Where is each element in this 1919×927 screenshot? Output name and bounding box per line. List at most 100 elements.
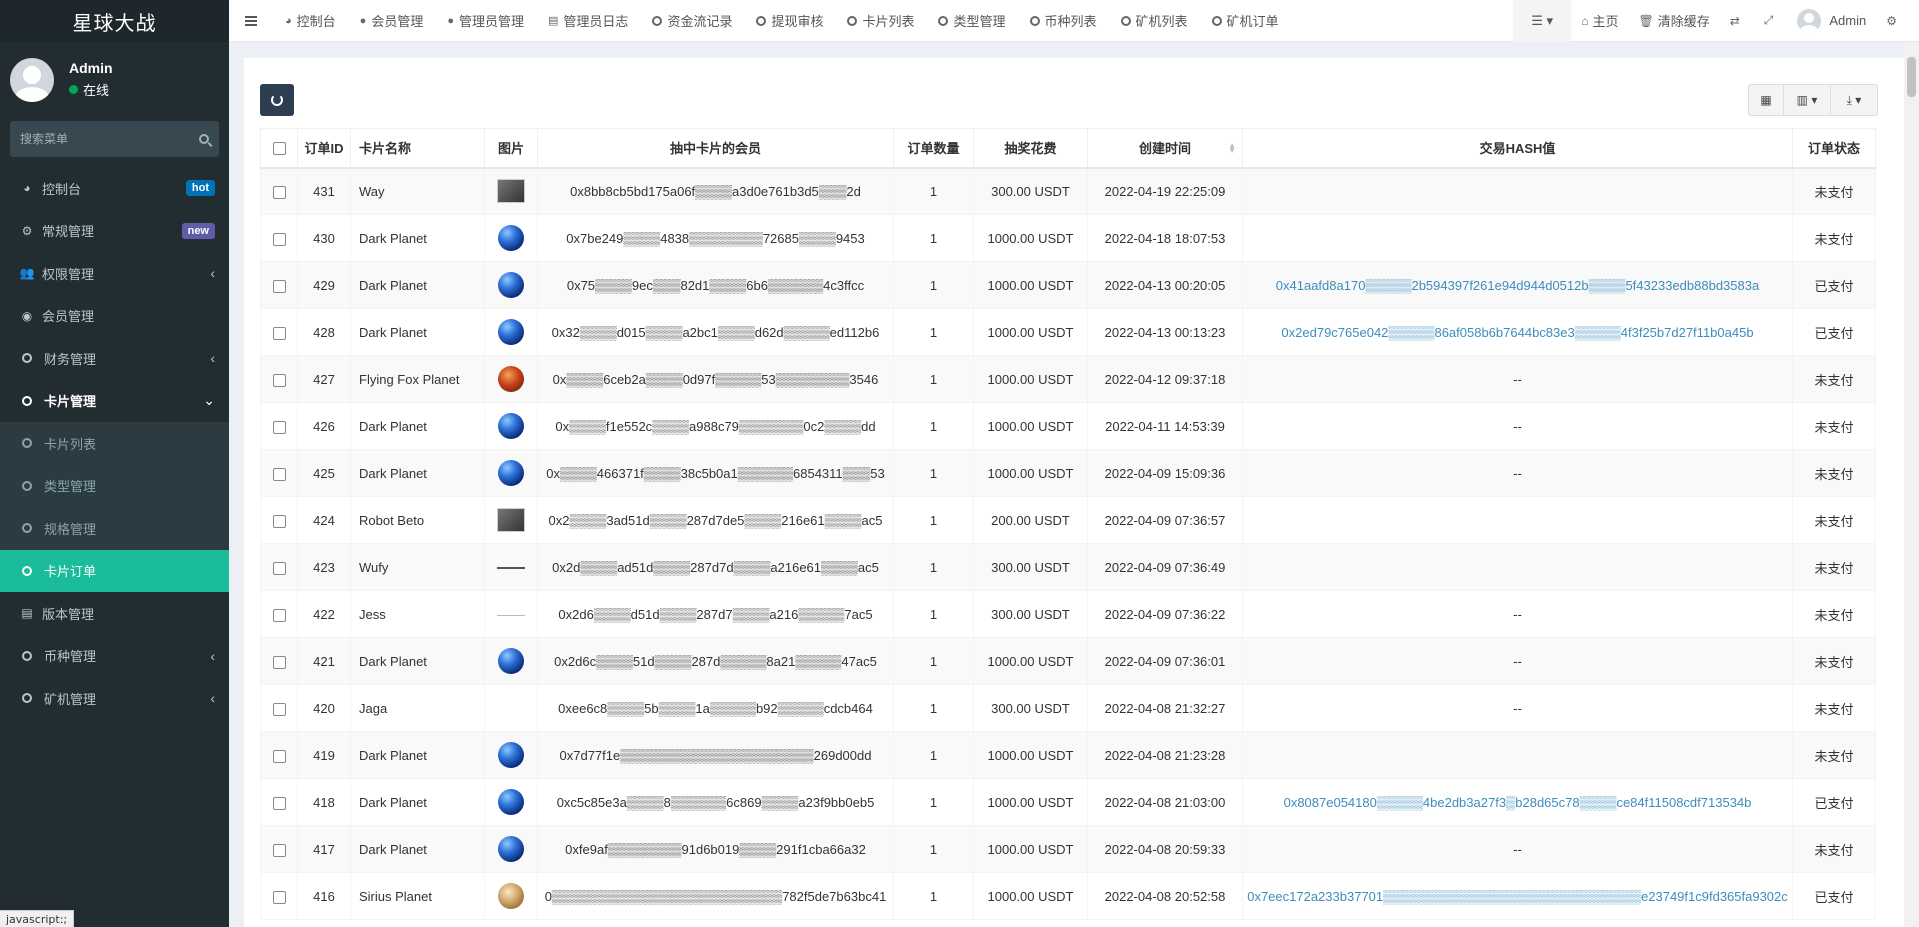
- row-checkbox[interactable]: [272, 561, 286, 575]
- row-checkbox[interactable]: [272, 467, 286, 481]
- table-row[interactable]: 420 Jaga 0xee6c8▒▒▒▒5b▒▒▒▒1a▒▒▒▒▒b92▒▒▒▒▒c…: [260, 684, 1876, 732]
- table-row[interactable]: 425 Dark Planet 0x▒▒▒▒466371f▒▒▒▒38c5b0a1▒…: [260, 449, 1876, 497]
- sidebar-item-card-type[interactable]: 类型管理: [0, 465, 229, 508]
- fullscreen-button[interactable]: ⤢: [1754, 0, 1788, 42]
- sidebar-item-permission[interactable]: 👥 权限管理 ‹: [0, 252, 229, 295]
- header-card-name[interactable]: 卡片名称: [350, 128, 485, 169]
- sidebar-item-version[interactable]: ▤ 版本管理: [0, 592, 229, 635]
- header-image[interactable]: 图片: [484, 128, 538, 169]
- table-row[interactable]: 431 Way 0x8bb8cb5bd175a06f▒▒▒▒a3d0e761b3d5…: [260, 167, 1876, 215]
- page-scrollbar[interactable]: [1904, 42, 1919, 927]
- settings-button[interactable]: ⚙: [1876, 0, 1911, 42]
- header-member[interactable]: 抽中卡片的会员: [537, 128, 894, 169]
- sidebar-item-card-list[interactable]: 卡片列表: [0, 422, 229, 465]
- menu-search-input[interactable]: [20, 132, 199, 146]
- admin-menu[interactable]: Admin: [1787, 0, 1876, 42]
- card-image[interactable]: [498, 272, 524, 298]
- card-image[interactable]: [498, 460, 524, 486]
- search-icon[interactable]: [199, 134, 209, 144]
- export-button[interactable]: ⤓ ▾: [1830, 84, 1878, 116]
- row-checkbox[interactable]: [272, 514, 286, 528]
- row-checkbox[interactable]: [272, 420, 286, 434]
- row-checkbox[interactable]: [272, 373, 286, 387]
- card-image[interactable]: [497, 614, 525, 616]
- table-row[interactable]: 426 Dark Planet 0x▒▒▒▒f1e552c▒▒▒▒a988c79▒▒…: [260, 402, 1876, 450]
- row-checkbox[interactable]: [272, 326, 286, 340]
- refresh-button[interactable]: [260, 84, 294, 116]
- header-order-id[interactable]: 订单ID: [297, 128, 351, 169]
- table-row[interactable]: 418 Dark Planet 0xc5c85e3a▒▒▒▒8▒▒▒▒▒▒6c869…: [260, 778, 1876, 826]
- translate-button[interactable]: ⇄: [1720, 0, 1754, 42]
- sidebar-toggle-button[interactable]: [229, 0, 273, 42]
- sidebar-item-finance[interactable]: 财务管理 ‹: [0, 337, 229, 380]
- row-checkbox[interactable]: [272, 232, 286, 246]
- tab-member[interactable]: ● 会员管理: [348, 0, 436, 42]
- tx-hash-link[interactable]: 0x8087e054180▒▒▒▒▒4be2db3a27f3▒b28d65c78…: [1284, 795, 1752, 810]
- header-status[interactable]: 订单状态: [1792, 128, 1876, 169]
- sidebar-item-card[interactable]: 卡片管理 ⌄: [0, 380, 229, 423]
- card-image[interactable]: [498, 789, 524, 815]
- card-image[interactable]: [498, 836, 524, 862]
- card-image[interactable]: [498, 366, 524, 392]
- sidebar-item-card-order[interactable]: 卡片订单: [0, 549, 229, 592]
- sidebar-item-miner[interactable]: 矿机管理 ‹: [0, 677, 229, 720]
- select-all-checkbox[interactable]: [272, 142, 286, 156]
- card-image[interactable]: [498, 225, 524, 251]
- table-row[interactable]: 422 Jess 0x2d6▒▒▒▒d51d▒▒▒▒287d7▒▒▒▒a216▒▒▒…: [260, 590, 1876, 638]
- tab-admin[interactable]: ● 管理员管理: [435, 0, 536, 42]
- tab-currency-list[interactable]: 币种列表: [1018, 0, 1109, 42]
- tx-hash-link[interactable]: 0x2ed79c765e042▒▒▒▒▒86af058b6b7644bc83e3…: [1281, 325, 1753, 340]
- table-row[interactable]: 419 Dark Planet 0x7d77f1e▒▒▒▒▒▒▒▒▒▒▒▒▒▒▒▒▒…: [260, 731, 1876, 779]
- tx-hash-link[interactable]: 0x7eec172a233b37701▒▒▒▒▒▒▒▒▒▒▒▒▒▒▒▒▒▒▒▒▒…: [1247, 889, 1788, 904]
- row-checkbox[interactable]: [272, 279, 286, 293]
- row-checkbox[interactable]: [272, 843, 286, 857]
- card-image[interactable]: [498, 413, 524, 439]
- header-tx-hash[interactable]: 交易HASH值: [1242, 128, 1793, 169]
- app-logo[interactable]: 星球大战: [0, 0, 229, 42]
- table-row[interactable]: 428 Dark Planet 0x32▒▒▒▒d015▒▒▒▒a2bc1▒▒▒▒d…: [260, 308, 1876, 356]
- sidebar-item-currency[interactable]: 币种管理 ‹: [0, 635, 229, 678]
- card-image[interactable]: [498, 319, 524, 345]
- tab-dashboard[interactable]: ◕ 控制台: [273, 0, 348, 42]
- table-row[interactable]: 416 Sirius Planet 0▒▒▒▒▒▒▒▒▒▒▒▒▒▒▒▒▒▒▒▒▒▒▒…: [260, 872, 1876, 920]
- tab-fund-flow[interactable]: 资金流记录: [640, 0, 744, 42]
- tab-miner-list[interactable]: 矿机列表: [1109, 0, 1200, 42]
- header-create-time[interactable]: 创建时间 ▲ ▼: [1087, 128, 1243, 169]
- table-row[interactable]: 421 Dark Planet 0x2d6c▒▒▒▒51d▒▒▒▒287d▒▒▒▒▒…: [260, 637, 1876, 685]
- row-checkbox[interactable]: [272, 655, 286, 669]
- table-row[interactable]: 430 Dark Planet 0x7be249▒▒▒▒4838▒▒▒▒▒▒▒▒72…: [260, 214, 1876, 262]
- tab-card-list[interactable]: 卡片列表: [835, 0, 926, 42]
- table-row[interactable]: 424 Robot Beto 0x2▒▒▒▒3ad51d▒▒▒▒287d7de5▒▒…: [260, 496, 1876, 544]
- tab-admin-log[interactable]: ▤ 管理员日志: [536, 0, 640, 42]
- columns-button[interactable]: ▥ ▾: [1783, 84, 1831, 116]
- row-checkbox[interactable]: [272, 185, 286, 199]
- card-image[interactable]: [497, 508, 525, 532]
- tab-miner-order[interactable]: 矿机订单: [1200, 0, 1291, 42]
- row-checkbox[interactable]: [272, 608, 286, 622]
- table-row[interactable]: 423 Wufy 0x2d▒▒▒▒ad51d▒▒▒▒287d7d▒▒▒▒a216e6…: [260, 543, 1876, 591]
- table-row[interactable]: 429 Dark Planet 0x75▒▒▒▒9ec▒▒▒82d1▒▒▒▒6b6▒…: [260, 261, 1876, 309]
- tab-withdraw-review[interactable]: 提现审核: [744, 0, 835, 42]
- sidebar-item-dashboard[interactable]: ◕ 控制台 hot: [0, 167, 229, 210]
- card-image[interactable]: [498, 648, 524, 674]
- tab-list-dropdown-button[interactable]: ☰ ▾: [1513, 0, 1572, 42]
- tx-hash-link[interactable]: 0x41aafd8a170▒▒▒▒▒2b594397f261e94d944d05…: [1276, 278, 1759, 293]
- card-image[interactable]: [497, 567, 525, 570]
- header-cost[interactable]: 抽奖花费: [973, 128, 1088, 169]
- sidebar-item-card-spec[interactable]: 规格管理: [0, 507, 229, 550]
- scrollbar-thumb[interactable]: [1907, 57, 1916, 97]
- row-checkbox[interactable]: [272, 796, 286, 810]
- clear-cache-button[interactable]: 🗑 清除缓存: [1628, 0, 1719, 42]
- table-row[interactable]: 417 Dark Planet 0xfe9af▒▒▒▒▒▒▒▒91d6b019▒▒▒…: [260, 825, 1876, 873]
- toggle-view-button[interactable]: ▦: [1748, 84, 1784, 116]
- home-link[interactable]: ⌂ 主页: [1571, 0, 1628, 42]
- header-quantity[interactable]: 订单数量: [893, 128, 974, 169]
- table-row[interactable]: 427 Flying Fox Planet 0x▒▒▒▒6ceb2a▒▒▒▒0d97…: [260, 355, 1876, 403]
- sidebar-item-member[interactable]: ◉ 会员管理: [0, 295, 229, 338]
- sidebar-item-general[interactable]: ⚙ 常规管理 new: [0, 210, 229, 253]
- row-checkbox[interactable]: [272, 749, 286, 763]
- card-image[interactable]: [498, 742, 524, 768]
- card-image[interactable]: [498, 883, 524, 909]
- tab-type-manage[interactable]: 类型管理: [926, 0, 1017, 42]
- row-checkbox[interactable]: [272, 890, 286, 904]
